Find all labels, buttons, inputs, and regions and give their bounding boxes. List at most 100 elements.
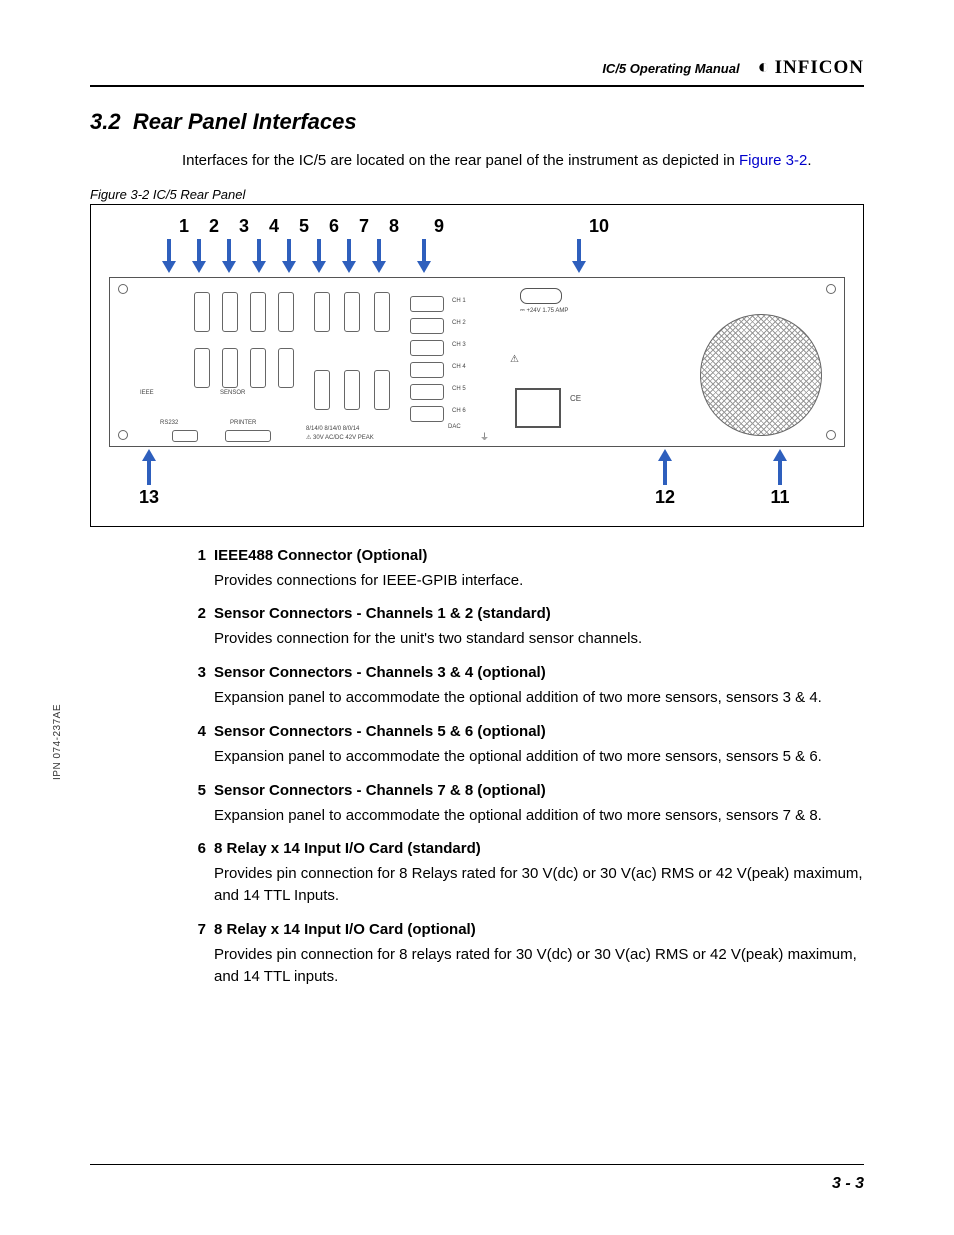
connector-relay bbox=[314, 292, 330, 332]
callout-5: 5 bbox=[289, 217, 319, 237]
item-number: 3 bbox=[182, 664, 206, 681]
intro-text-post: . bbox=[807, 152, 811, 169]
label-ch3: CH 3 bbox=[452, 342, 466, 348]
connector-ch6 bbox=[250, 292, 266, 332]
callout-numbers-bottom: 13 12 11 bbox=[109, 487, 845, 508]
connector-output bbox=[374, 370, 390, 410]
rear-panel-diagram: CH 1 CH 2 CH 3 CH 4 CH 5 CH 6 DAC IEEE S… bbox=[109, 277, 845, 447]
item-desc: Provides pin connection for 8 relays rat… bbox=[214, 944, 864, 988]
item-number: 7 bbox=[182, 921, 206, 938]
warning-icon: ⚠ bbox=[510, 354, 519, 365]
label-ieee: IEEE bbox=[140, 390, 154, 396]
connector-input bbox=[314, 370, 330, 410]
side-note: IPN 074-237AE bbox=[52, 704, 63, 780]
item-title: IEEE488 Connector (Optional) bbox=[214, 547, 864, 564]
callout-4: 4 bbox=[259, 217, 289, 237]
screw-icon bbox=[118, 430, 128, 440]
page-header: IC/5 Operating Manual ◐ INFICON bbox=[90, 56, 864, 87]
power-connector bbox=[520, 288, 562, 304]
callout-numbers-top: 1 2 3 4 5 6 7 8 9 10 bbox=[169, 217, 845, 237]
item-title: Sensor Connectors - Channels 1 & 2 (stan… bbox=[214, 605, 864, 622]
item-desc: Provides connections for IEEE-GPIB inter… bbox=[214, 570, 864, 592]
section-intro: Interfaces for the IC/5 are located on t… bbox=[182, 150, 864, 172]
callout-8: 8 bbox=[379, 217, 409, 237]
intro-text-pre: Interfaces for the IC/5 are located on t… bbox=[182, 152, 739, 169]
item-number: 4 bbox=[182, 723, 206, 740]
item-title: Sensor Connectors - Channels 7 & 8 (opti… bbox=[214, 782, 864, 799]
connector-dac bbox=[410, 340, 444, 356]
fan-grille bbox=[700, 314, 822, 436]
connector-ch3 bbox=[222, 348, 238, 388]
connector-input bbox=[344, 370, 360, 410]
logo-icon: ◐ bbox=[758, 56, 771, 79]
iec-inlet bbox=[515, 388, 561, 428]
label-ch2: CH 2 bbox=[452, 320, 466, 326]
section-heading: 3.2 Rear Panel Interfaces bbox=[90, 109, 864, 135]
connector-ch8 bbox=[278, 292, 294, 332]
connector-ch1 bbox=[194, 348, 210, 388]
item-desc: Expansion panel to accommodate the optio… bbox=[214, 746, 864, 768]
list-item: 1 IEEE488 Connector (Optional) Provides … bbox=[182, 547, 864, 592]
connector-ch2 bbox=[194, 292, 210, 332]
section-number: 3.2 bbox=[90, 109, 121, 134]
list-item: 4 Sensor Connectors - Channels 5 & 6 (op… bbox=[182, 723, 864, 768]
manual-title: IC/5 Operating Manual bbox=[602, 61, 739, 76]
item-title: Sensor Connectors - Channels 5 & 6 (opti… bbox=[214, 723, 864, 740]
screw-icon bbox=[118, 284, 128, 294]
list-item: 3 Sensor Connectors - Channels 3 & 4 (op… bbox=[182, 664, 864, 709]
screw-icon bbox=[826, 284, 836, 294]
connector-dac bbox=[410, 362, 444, 378]
brand-logo: ◐ INFICON bbox=[758, 56, 864, 79]
callout-1: 1 bbox=[169, 217, 199, 237]
figure-caption: Figure 3-2 IC/5 Rear Panel bbox=[90, 187, 864, 202]
item-desc: Provides connection for the unit's two s… bbox=[214, 628, 864, 650]
label-printer: PRINTER bbox=[230, 420, 256, 426]
connector-dac bbox=[410, 296, 444, 312]
callout-6: 6 bbox=[319, 217, 349, 237]
connector-rs232 bbox=[172, 430, 198, 442]
screw-icon bbox=[826, 430, 836, 440]
connector-dac bbox=[410, 384, 444, 400]
figure-link[interactable]: Figure 3-2 bbox=[739, 152, 807, 169]
callout-13: 13 bbox=[109, 487, 189, 508]
label-power: ⎓ +24V 1.75 AMP bbox=[520, 308, 568, 315]
callout-3: 3 bbox=[229, 217, 259, 237]
brand-name: INFICON bbox=[775, 57, 864, 79]
connector-relay bbox=[374, 292, 390, 332]
item-desc: Expansion panel to accommodate the optio… bbox=[214, 805, 864, 827]
callout-arrows-top bbox=[169, 239, 845, 277]
list-item: 2 Sensor Connectors - Channels 1 & 2 (st… bbox=[182, 605, 864, 650]
label-ch5: CH 5 bbox=[452, 386, 466, 392]
label-rating2: ⚠ 30V AC/DC 42V PEAK bbox=[306, 434, 374, 441]
label-ch1: CH 1 bbox=[452, 298, 466, 304]
item-number: 2 bbox=[182, 605, 206, 622]
item-title: 8 Relay x 14 Input I/O Card (standard) bbox=[214, 840, 864, 857]
label-ch6: CH 6 bbox=[452, 408, 466, 414]
figure-box: 1 2 3 4 5 6 7 8 9 10 bbox=[90, 204, 864, 527]
item-title: Sensor Connectors - Channels 3 & 4 (opti… bbox=[214, 664, 864, 681]
label-dac: DAC bbox=[448, 424, 461, 430]
connector-relay bbox=[344, 292, 360, 332]
item-list: 1 IEEE488 Connector (Optional) Provides … bbox=[182, 547, 864, 988]
page-footer: 3 - 3 bbox=[90, 1164, 864, 1193]
list-item: 5 Sensor Connectors - Channels 7 & 8 (op… bbox=[182, 782, 864, 827]
item-number: 5 bbox=[182, 782, 206, 799]
connector-ch4 bbox=[222, 292, 238, 332]
item-desc: Provides pin connection for 8 Relays rat… bbox=[214, 863, 864, 907]
page-number: 3 - 3 bbox=[832, 1175, 864, 1193]
label-sensor: SENSOR bbox=[220, 390, 245, 396]
label-rs232: RS232 bbox=[160, 420, 178, 426]
connector-dac bbox=[410, 318, 444, 334]
label-rating: 8/14/0 8/14/0 8/0/14 bbox=[306, 426, 359, 432]
item-number: 1 bbox=[182, 547, 206, 564]
connector-ch5 bbox=[250, 348, 266, 388]
ce-mark: CE bbox=[570, 394, 581, 403]
callout-arrows-bottom bbox=[109, 449, 845, 487]
item-desc: Expansion panel to accommodate the optio… bbox=[214, 687, 864, 709]
item-number: 6 bbox=[182, 840, 206, 857]
callout-10: 10 bbox=[469, 217, 609, 237]
ground-icon: ⏚ bbox=[480, 430, 489, 443]
callout-9: 9 bbox=[409, 217, 469, 237]
item-title: 8 Relay x 14 Input I/O Card (optional) bbox=[214, 921, 864, 938]
list-item: 7 8 Relay x 14 Input I/O Card (optional)… bbox=[182, 921, 864, 988]
